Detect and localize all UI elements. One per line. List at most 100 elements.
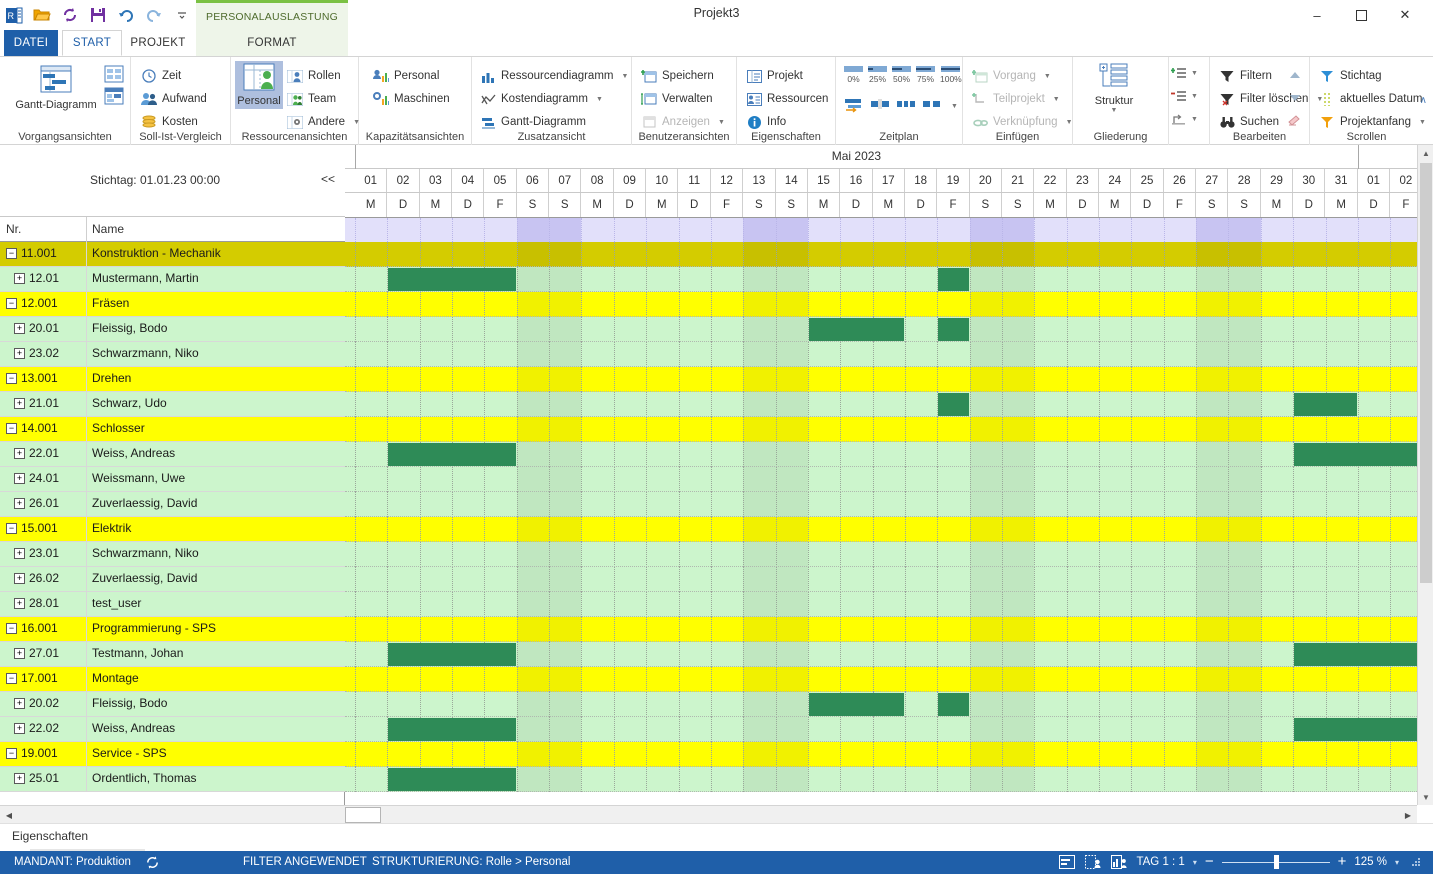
info-button[interactable]: Info [746, 111, 786, 133]
struktur-button[interactable]: Struktur ▼ [1087, 63, 1141, 114]
group-tasks-icon[interactable] [922, 97, 942, 115]
day-header-cell[interactable]: 31 [1326, 169, 1358, 192]
filtern-button[interactable]: Filtern [1219, 65, 1272, 87]
minimize-button[interactable]: – [1295, 2, 1339, 28]
split-task-icon[interactable] [870, 97, 890, 115]
expand-toggle-icon[interactable]: + [14, 648, 25, 659]
collapse-toggle-icon[interactable]: − [6, 248, 17, 259]
gantt-group-row[interactable] [345, 367, 1417, 392]
tab-projekt[interactable]: PROJEKT [124, 30, 192, 56]
gantt-grid[interactable] [345, 242, 1417, 797]
aktuelles-datum-button[interactable]: aktuelles Datum [1319, 88, 1422, 110]
scroll-down-icon[interactable] [1287, 90, 1303, 106]
split-view-icon[interactable] [1058, 854, 1076, 870]
indent-task-icon[interactable] [844, 97, 864, 115]
kosten-button[interactable]: Kosten [141, 111, 198, 133]
zoom-in-button[interactable]: + [1338, 856, 1347, 868]
expand-toggle-icon[interactable]: + [14, 598, 25, 609]
column-header-nr[interactable]: Nr. [6, 222, 21, 236]
collapse-toggle-icon[interactable]: − [6, 423, 17, 434]
vertical-scroll-thumb[interactable] [1420, 163, 1432, 583]
day-header-cell[interactable]: 18 [905, 169, 937, 192]
day-header-cell[interactable]: 05 [484, 169, 516, 192]
expand-toggle-icon[interactable]: + [14, 698, 25, 709]
gantt-diagramm-button[interactable]: Gantt-Diagramm [10, 63, 102, 111]
resource-row[interactable]: +26.02Zuverlaessig, David [0, 567, 345, 592]
day-header-cell[interactable]: 01 [355, 169, 387, 192]
resource-row[interactable]: +27.01Testmann, Johan [0, 642, 345, 667]
collapse-toggle-icon[interactable]: − [6, 373, 17, 384]
gantt-resource-row[interactable] [345, 442, 1417, 467]
rollen-button[interactable]: Rollen [287, 65, 341, 87]
resource-row[interactable]: +20.02Fleissig, Bodo [0, 692, 345, 717]
group-row[interactable]: −16.001Programmierung - SPS [0, 617, 345, 642]
expand-toggle-icon[interactable]: + [14, 723, 25, 734]
chevron-down-icon[interactable]: ▼ [1191, 116, 1198, 123]
gantt-resource-row[interactable] [345, 692, 1417, 717]
chevron-down-icon[interactable]: ▼ [1111, 107, 1118, 114]
gantt-bar[interactable] [1294, 393, 1357, 416]
column-divider[interactable] [86, 217, 87, 242]
team-button[interactable]: Team [287, 88, 336, 110]
tab-start[interactable]: START [62, 30, 122, 56]
day-header-cell[interactable]: 14 [776, 169, 808, 192]
gantt-bar[interactable] [388, 443, 515, 466]
day-header-cell[interactable]: 19 [937, 169, 969, 192]
outline-expand-row[interactable]: ▼ [1171, 65, 1198, 81]
day-header-cell[interactable]: 02 [387, 169, 419, 192]
gantt-bar[interactable] [1294, 643, 1417, 666]
chevron-down-icon[interactable]: ▼ [596, 96, 603, 103]
group-row[interactable]: −13.001Drehen [0, 367, 345, 392]
aufwand-button[interactable]: Aufwand [141, 88, 207, 110]
ressourcen-props-button[interactable]: Ressourcen [746, 88, 828, 110]
day-header-cell[interactable]: 11 [679, 169, 711, 192]
resource-row[interactable]: +12.01Mustermann, Martin [0, 267, 345, 292]
personal-view-button[interactable]: Personal [235, 61, 283, 109]
group-row[interactable]: −11.001Konstruktion - Mechanik [0, 242, 345, 267]
day-header-cell[interactable]: 22 [1034, 169, 1066, 192]
day-header-cell[interactable]: 21 [1002, 169, 1034, 192]
expand-toggle-icon[interactable]: + [14, 273, 25, 284]
gantt-resource-row[interactable] [345, 717, 1417, 742]
horizontal-scrollbar[interactable]: ◀ ▶ [0, 805, 1417, 823]
day-header-cell[interactable]: 16 [840, 169, 872, 192]
day-header-cell[interactable]: 06 [517, 169, 549, 192]
collapse-toggle-icon[interactable]: − [6, 748, 17, 759]
chevron-down-icon[interactable]: ▼ [718, 119, 725, 126]
kostendiagramm-button[interactable]: Kostendiagramm ▼ [480, 88, 603, 110]
scroll-down-button[interactable]: ▼ [1418, 789, 1433, 805]
kapazitaet-maschinen-button[interactable]: Maschinen [373, 88, 450, 110]
refresh-icon[interactable] [143, 854, 161, 870]
expand-toggle-icon[interactable]: + [14, 548, 25, 559]
collapse-toggle-icon[interactable]: − [6, 523, 17, 534]
zoom-caret-icon[interactable]: ▾ [1395, 858, 1399, 867]
day-header-cell[interactable]: 01 [1358, 169, 1390, 192]
gantt-group-row[interactable] [345, 617, 1417, 642]
progress-0-button[interactable]: 0% [844, 65, 863, 84]
day-header-cell[interactable]: 15 [808, 169, 840, 192]
expand-toggle-icon[interactable]: + [14, 498, 25, 509]
day-header-cell[interactable]: 12 [711, 169, 743, 192]
gantt-bar[interactable] [938, 393, 968, 416]
day-header-cell[interactable]: 04 [452, 169, 484, 192]
day-header-cell[interactable]: 23 [1067, 169, 1099, 192]
resource-row[interactable]: +21.01Schwarz, Udo [0, 392, 345, 417]
expand-toggle-icon[interactable]: + [14, 323, 25, 334]
gantt-group-row[interactable] [345, 667, 1417, 692]
properties-label[interactable]: Eigenschaften [12, 829, 88, 843]
gantt-resource-row[interactable] [345, 592, 1417, 617]
chevron-down-icon[interactable]: ▼ [1191, 93, 1198, 100]
gantt-resource-row[interactable] [345, 492, 1417, 517]
day-header-cell[interactable]: 24 [1099, 169, 1131, 192]
gantt-bar[interactable] [938, 268, 968, 291]
close-button[interactable]: ✕ [1383, 2, 1427, 28]
expand-toggle-icon[interactable]: + [14, 773, 25, 784]
gantt-bar[interactable] [1294, 718, 1417, 741]
verknuepfung-einfuegen-button[interactable]: Verknüpfung ▼ [972, 111, 1073, 133]
eraser-icon[interactable] [1287, 113, 1303, 129]
day-header-cell[interactable]: 02 [1390, 169, 1417, 192]
ansicht-anzeigen-button[interactable]: Anzeigen ▼ [641, 111, 725, 133]
gantt-bar[interactable] [388, 268, 515, 291]
group-row[interactable]: −15.001Elektrik [0, 517, 345, 542]
gantt-resource-row[interactable] [345, 767, 1417, 792]
